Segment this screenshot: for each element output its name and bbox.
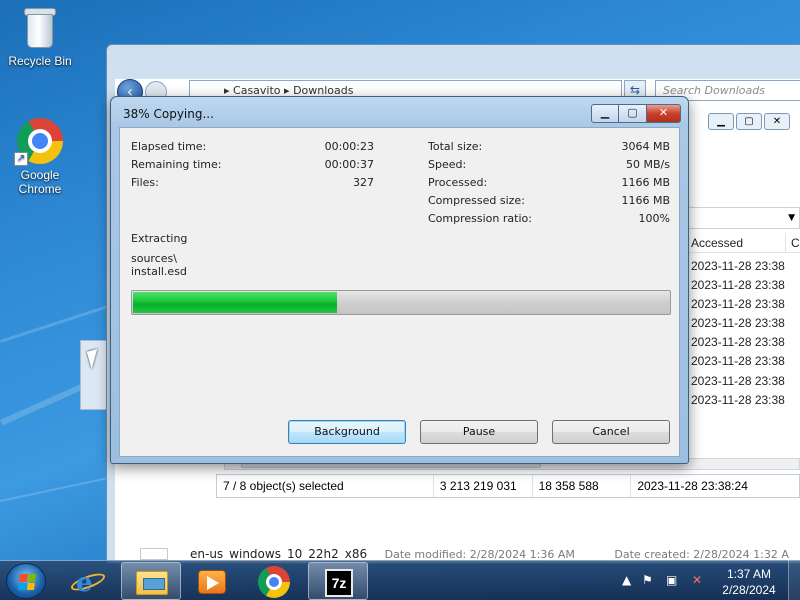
file-icon [140,548,168,560]
pause-button[interactable]: Pause [420,420,538,444]
table-cell: 2023-11-28 23:38 [691,278,785,293]
recycle-bin-icon [23,6,57,50]
table-cell: 2023-11-28 23:38 [691,392,785,407]
operation-label: Extracting [131,232,188,245]
remaining-time-value: 00:00:37 [324,158,374,171]
view-dropdown[interactable]: ▼ [686,207,800,229]
inner-window-controls: ▁ ▢ ✕ [708,113,790,130]
dialog-title: 38% Copying... [123,107,214,121]
status-packed-size: 18 358 588 [533,475,632,497]
processed-label: Processed: [428,176,488,189]
files-label: Files: [131,176,159,189]
minimize-button[interactable]: ▁ [708,113,734,130]
start-button[interactable] [6,563,46,599]
progress-bar [131,290,671,315]
file-date-created: Date created: 2/28/2024 1:32 AM [614,549,790,560]
current-path: sources\ [131,252,177,265]
status-selection: 7 / 8 object(s) selected [217,475,434,497]
clock[interactable]: 1:37 AM 2/28/2024 [716,566,782,598]
maximize-button[interactable]: ▢ [619,104,647,123]
shortcut-arrow-icon: ↗ [14,152,28,166]
media-player-icon [198,570,226,594]
status-size: 3 213 219 031 [434,475,533,497]
details-pane: en-us_windows_10_22h2_x86 Date modified:… [190,549,790,560]
taskbar-file-explorer[interactable] [121,562,181,600]
volume-muted-icon[interactable]: ✕ [692,573,702,587]
network-icon[interactable]: ▣ [666,573,677,587]
desktop-icon-label: Google Chrome [18,168,62,196]
column-header-partial[interactable]: C [786,233,800,253]
speed-label: Speed: [428,158,467,171]
files-value: 327 [353,176,374,189]
elapsed-time-value: 00:00:23 [324,140,374,153]
file-name: en-us_windows_10_22h2_x86 [190,549,368,560]
dialog-body: Elapsed time: 00:00:23 Remaining time: 0… [119,127,680,457]
compression-ratio-label: Compression ratio: [428,212,532,225]
elapsed-time-label: Elapsed time: [131,140,207,153]
taskbar-internet-explorer[interactable]: e [58,562,118,600]
maximize-button[interactable]: ▢ [736,113,762,130]
close-button[interactable]: ✕ [764,113,790,130]
table-cell: 2023-11-28 23:38 [691,316,785,331]
speed-value: 50 MB/s [626,158,670,171]
copy-progress-dialog: 38% Copying... ▁ ▢ ✕ Elapsed time: 00:00… [110,96,689,464]
table-cell: 2023-11-28 23:38 [691,259,785,273]
windows-logo-icon [17,574,37,590]
chrome-icon: ↗ [14,118,63,166]
taskbar-media-player[interactable] [182,562,242,600]
chrome-icon [258,566,290,598]
action-center-flag-icon[interactable]: ⚑ [642,573,653,587]
progress-bar-fill [133,292,337,313]
clock-date: 2/28/2024 [722,583,776,597]
cancel-button[interactable]: Cancel [552,420,670,444]
desktop-icon-recycle-bin[interactable]: Recycle Bin [1,6,79,68]
status-date: 2023-11-28 23:38:24 [637,479,748,493]
file-explorer-icon [136,571,168,595]
minimize-button[interactable]: ▁ [591,104,619,123]
table-cell: 2023-11-28 23:38 [691,335,785,350]
compressed-size-label: Compressed size: [428,194,525,207]
remaining-time-label: Remaining time: [131,158,222,171]
taskbar-chrome[interactable] [244,562,304,600]
show-hidden-icons-icon[interactable]: ▲ [622,573,631,587]
close-button[interactable]: ✕ [647,104,681,123]
clock-time: 1:37 AM [726,567,772,581]
table-cell: 2023-11-28 23:38 [691,297,785,312]
desktop-icon-chrome[interactable]: ↗ Google Chrome [1,118,79,196]
table-cell: 2023-11-28 23:38 [691,373,785,388]
status-bar: 7 / 8 object(s) selected 3 213 219 031 1… [216,474,800,498]
processed-value: 1166 MB [621,176,670,189]
background-button[interactable]: Background [288,420,406,444]
show-desktop-button[interactable] [788,560,800,600]
column-header-accessed[interactable]: Accessed [686,233,786,253]
total-size-value: 3064 MB [621,140,670,153]
compression-ratio-value: 100% [638,212,670,225]
taskbar-7zip[interactable]: 7z [308,562,368,600]
total-size-label: Total size: [428,140,483,153]
current-file: install.esd [131,265,187,278]
7zip-icon: 7z [325,569,353,597]
dialog-window-controls: ▁ ▢ ✕ [591,104,681,123]
system-tray: ▲ ⚑ ▣ ✕ [616,560,726,600]
table-cell: 2023-11-28 23:38 [691,354,785,369]
accessed-column: 2023-11-28 23:38 2023-11-28 23:38 2023-1… [691,259,785,412]
compressed-size-value: 1166 MB [621,194,670,207]
file-date-modified: Date modified: 2/28/2024 1:36 AM [384,549,575,560]
desktop-icon-label: Recycle Bin [8,54,72,68]
